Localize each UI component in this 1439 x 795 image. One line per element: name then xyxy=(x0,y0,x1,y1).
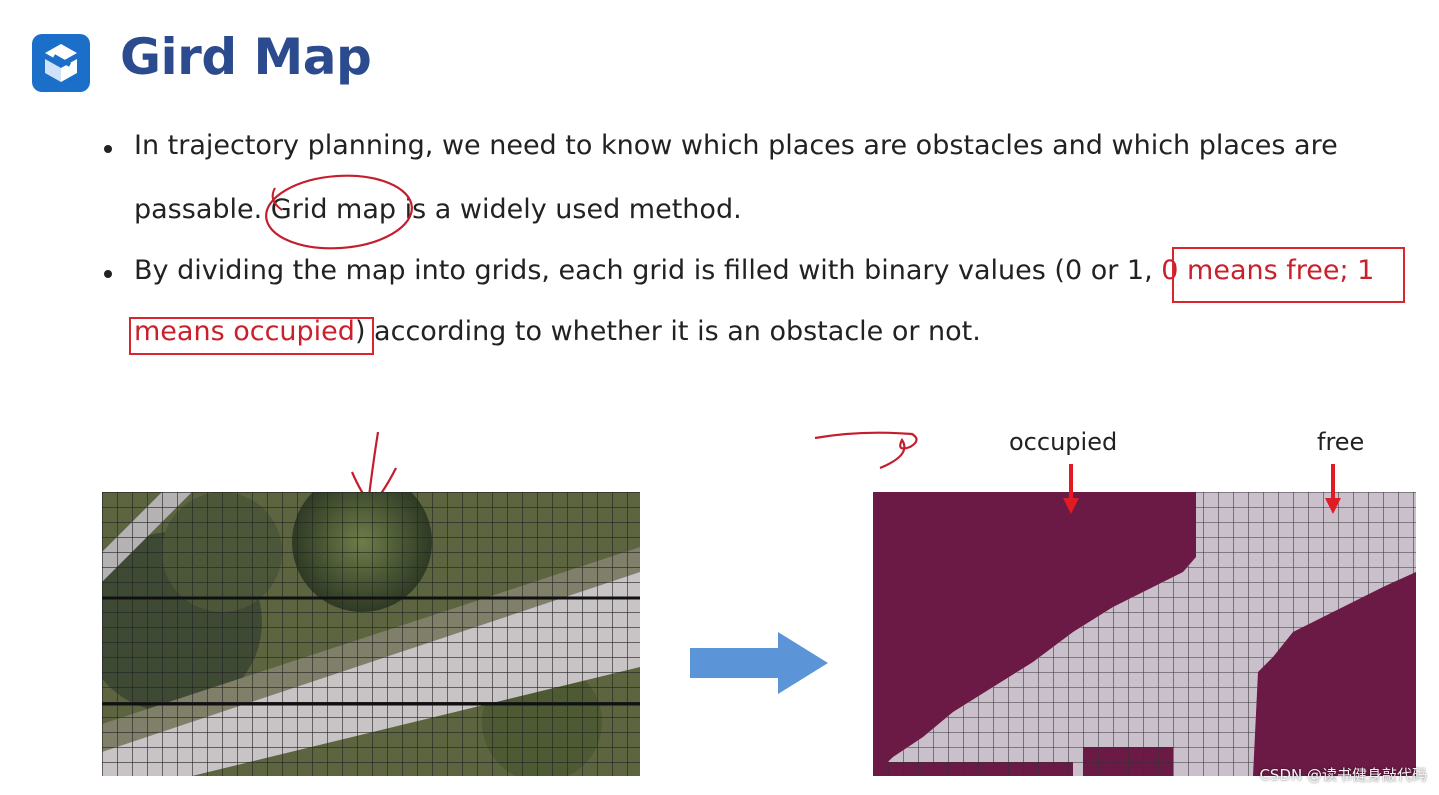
slide-title: Gird Map xyxy=(120,28,372,86)
bullet-2-post: ) according to whether it is an obstacle… xyxy=(354,316,981,347)
right-arrow-icon xyxy=(690,632,828,694)
highlight-box-occupied xyxy=(129,317,374,355)
aerial-map-image xyxy=(102,492,640,776)
bullet-dot-2 xyxy=(104,270,112,278)
label-occupied: occupied xyxy=(1009,428,1118,456)
occupancy-grid-image xyxy=(873,492,1416,776)
label-free: free xyxy=(1317,428,1365,456)
logo-icon xyxy=(32,34,90,92)
bullet-dot-1 xyxy=(104,145,112,153)
bullet-1-post: is a widely used method. xyxy=(404,194,742,225)
watermark: CSDN @读书健身敲代码 xyxy=(1259,766,1427,784)
bullet-1-line-1: In trajectory planning, we need to know … xyxy=(134,130,1338,161)
bullet-1-line-2: passable. Grid map is a widely used meth… xyxy=(134,194,742,225)
bullet-1-pre: passable. xyxy=(134,194,263,225)
grid-map-highlight: Grid map xyxy=(270,194,397,225)
highlight-box-free xyxy=(1172,247,1405,303)
right-arrow-scribble xyxy=(814,431,918,470)
bullet-2-pre: By dividing the map into grids, each gri… xyxy=(134,255,1153,286)
